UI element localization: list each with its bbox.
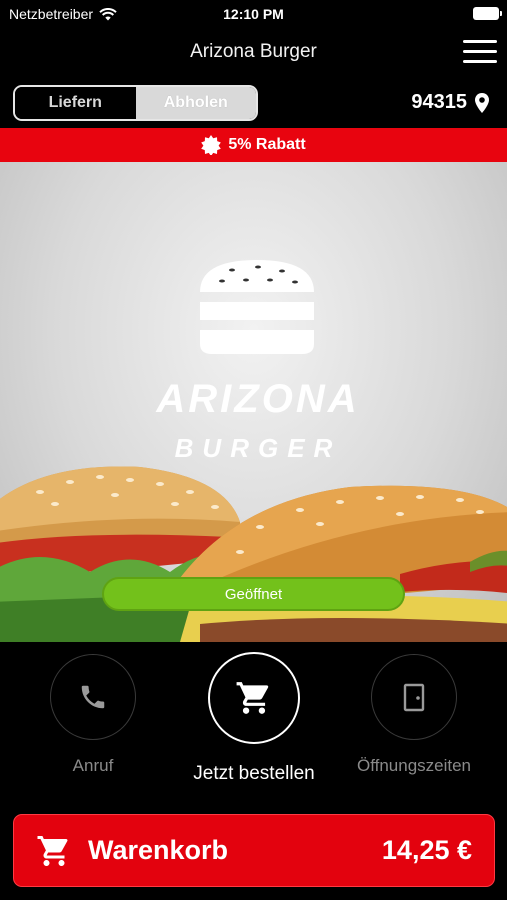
order-toolbar: Liefern Abholen 94315 <box>0 84 507 124</box>
menu-button[interactable] <box>463 40 497 64</box>
discount-banner[interactable]: 5% Rabatt <box>0 128 507 162</box>
hours-button-circle <box>371 654 457 740</box>
phone-icon <box>81 685 105 709</box>
open-status-badge: Geöffnet <box>102 577 405 611</box>
order-now-label: Jetzt bestellen <box>193 763 315 784</box>
location-pin-icon <box>475 92 489 113</box>
discount-badge-icon <box>201 135 222 155</box>
action-row: Anruf Jetzt bestellen Öffnungszeiten <box>0 642 507 802</box>
brand-logo <box>200 260 314 354</box>
clock: 12:10 PM <box>223 6 284 22</box>
hero-banner: ARIZONA BURGER Geöffnet <box>0 162 507 642</box>
status-bar: Netzbetreiber 12:10 PM <box>0 0 507 28</box>
cart-button[interactable]: Warenkorb 14,25 € <box>13 814 495 887</box>
opening-hours-label: Öffnungszeiten <box>356 756 472 775</box>
brand-name: ARIZONA <box>155 377 359 421</box>
opening-hours-button[interactable]: Öffnungszeiten <box>339 652 489 776</box>
zip-code: 94315 <box>411 91 467 113</box>
door-icon <box>403 683 425 712</box>
cart-label: Warenkorb <box>88 835 229 865</box>
call-label: Anruf <box>72 756 114 775</box>
cart-total: 14,25 € <box>381 835 472 865</box>
cart-icon <box>37 835 68 866</box>
discount-label: 5% Rabatt <box>228 136 306 153</box>
call-button-circle <box>50 654 136 740</box>
hero-illustration: ARIZONA BURGER <box>0 260 507 642</box>
order-button-circle <box>208 652 300 744</box>
location-selector[interactable]: 94315 <box>411 91 489 114</box>
nav-bar: Arizona Burger <box>0 28 507 76</box>
order-now-button[interactable]: Jetzt bestellen <box>179 652 329 785</box>
battery-icon <box>473 7 502 20</box>
tab-delivery[interactable]: Liefern <box>15 87 136 119</box>
order-mode-switch: Liefern Abholen <box>13 85 258 121</box>
tab-pickup[interactable]: Abholen <box>135 87 256 119</box>
shopping-cart-icon <box>236 682 269 714</box>
page-title: Arizona Burger <box>190 41 317 62</box>
call-button[interactable]: Anruf <box>18 652 168 776</box>
brand-subtitle: BURGER <box>175 433 342 463</box>
menu-icon <box>463 40 497 43</box>
